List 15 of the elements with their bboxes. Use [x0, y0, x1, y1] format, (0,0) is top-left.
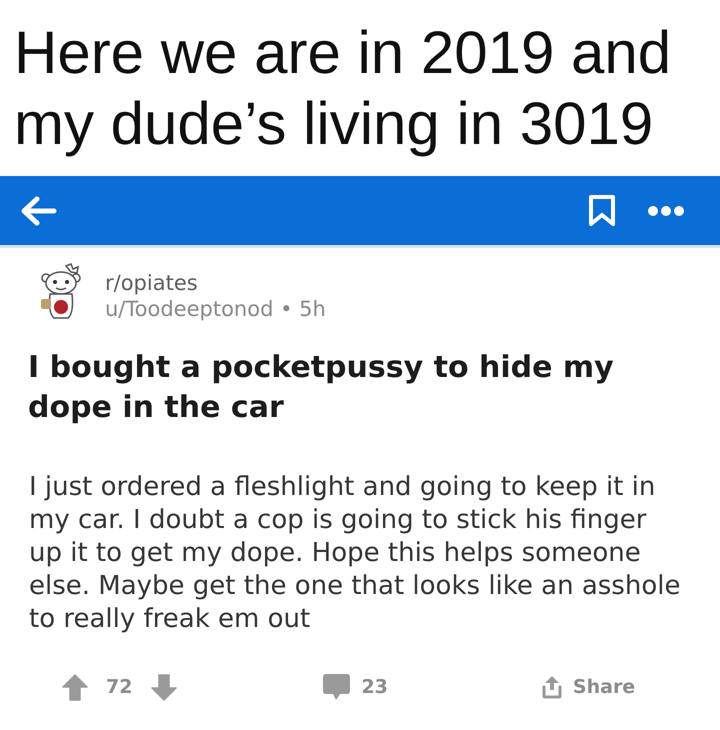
comments-button[interactable]: 23 [323, 672, 388, 702]
share-button[interactable]: Share [542, 672, 636, 702]
share-icon [542, 675, 562, 699]
subreddit-name[interactable]: r/opiates [105, 270, 326, 296]
comment-icon [323, 674, 350, 700]
downvote-icon[interactable] [151, 674, 178, 700]
post-byline: u/Toodeeptonod • 5h [105, 296, 326, 322]
back-arrow-icon[interactable] [20, 194, 57, 226]
upvote-icon[interactable] [62, 674, 88, 700]
post-title: I bought a pocketpussy to hide my dope in the car [28, 349, 615, 427]
bookmark-icon[interactable] [588, 194, 616, 227]
more-options-icon[interactable] [648, 206, 684, 216]
meme-caption: Here we are in 2019 and my dude’s living in 3019 [13, 18, 672, 159]
post-body: I just ordered a fleshlight and going to keep it in my car. I doubt a cop is going to stick his finger up it to get my dope. Hope this helps someone else. Maybe get the one that looks like an asshole to really freak em out [29, 471, 682, 636]
vote-count: 72 [106, 674, 132, 700]
